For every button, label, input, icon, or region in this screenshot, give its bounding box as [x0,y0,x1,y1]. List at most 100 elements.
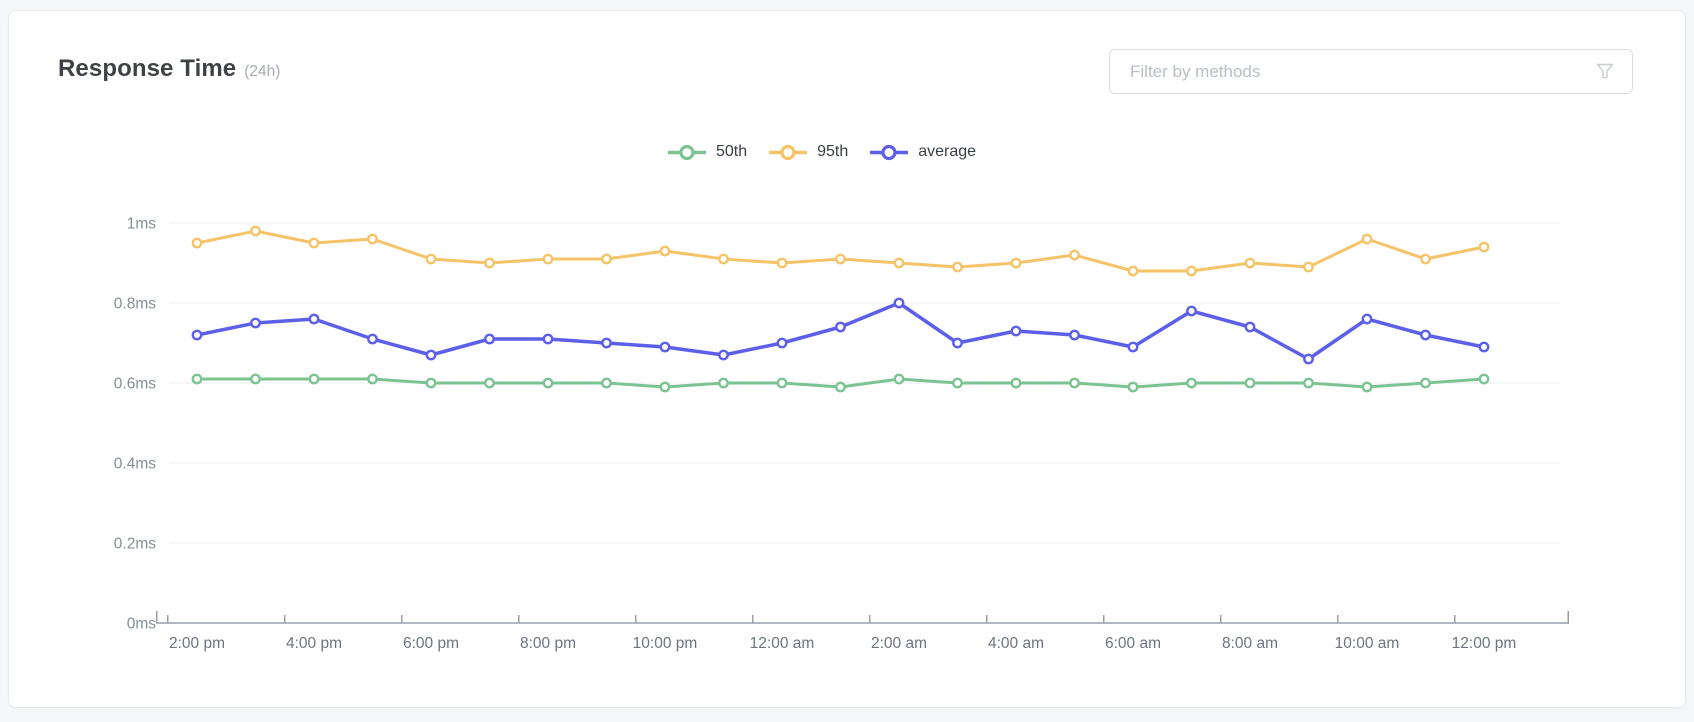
x-axis-label: 2:00 pm [169,635,225,652]
data-point-average[interactable] [485,335,493,343]
page-title: Response Time [58,55,236,83]
legend-item-average[interactable]: average [870,143,976,161]
data-point-average[interactable] [1012,327,1020,335]
data-point-average[interactable] [193,331,201,339]
data-point-95th[interactable] [602,255,610,263]
data-point-average[interactable] [427,351,435,359]
data-point-50th[interactable] [953,379,961,387]
x-axis-label: 8:00 pm [520,635,576,652]
data-point-50th[interactable] [1363,383,1371,391]
x-axis-label: 6:00 am [1105,635,1161,652]
data-point-95th[interactable] [836,255,844,263]
data-point-50th[interactable] [193,375,201,383]
data-point-50th[interactable] [310,375,318,383]
data-point-average[interactable] [1187,307,1195,315]
data-point-95th[interactable] [310,239,318,247]
filter-funnel-icon [1596,63,1632,80]
y-axis-label: 0.6ms [114,375,156,392]
card-header: Response Time (24h) [9,11,1685,121]
data-point-95th[interactable] [1363,235,1371,243]
data-point-50th[interactable] [602,379,610,387]
data-point-average[interactable] [1421,331,1429,339]
legend-item-50th[interactable]: 50th [668,143,747,161]
data-point-average[interactable] [661,343,669,351]
data-point-95th[interactable] [1304,263,1312,271]
legend-label: 50th [716,143,747,161]
data-point-average[interactable] [1246,323,1254,331]
legend-label: 95th [817,143,848,161]
data-point-average[interactable] [310,315,318,323]
data-point-50th[interactable] [1480,375,1488,383]
x-axis-label: 4:00 pm [286,635,342,652]
data-point-50th[interactable] [251,375,259,383]
data-point-50th[interactable] [1246,379,1254,387]
data-point-50th[interactable] [836,383,844,391]
data-point-50th[interactable] [895,375,903,383]
data-point-50th[interactable] [778,379,786,387]
data-point-95th[interactable] [251,227,259,235]
data-point-average[interactable] [953,339,961,347]
x-axis-label: 10:00 pm [633,635,698,652]
data-point-50th[interactable] [544,379,552,387]
data-point-50th[interactable] [661,383,669,391]
response-time-chart[interactable]: 0ms0.2ms0.4ms0.6ms0.8ms1ms2:00 pm4:00 pm… [9,161,1685,706]
data-point-95th[interactable] [895,259,903,267]
data-point-average[interactable] [251,319,259,327]
data-point-50th[interactable] [719,379,727,387]
x-axis-label: 2:00 am [871,635,927,652]
data-point-average[interactable] [1129,343,1137,351]
x-axis-label: 4:00 am [988,635,1044,652]
response-time-card: Response Time (24h) 50th 95th average 0ms 0… [8,10,1686,708]
data-point-95th[interactable] [368,235,376,243]
y-axis-label: 0ms [127,615,157,632]
data-point-average[interactable] [1480,343,1488,351]
data-point-95th[interactable] [1421,255,1429,263]
data-point-average[interactable] [836,323,844,331]
dashboard-page: Response Time (24h) 50th 95th average 0ms 0… [0,0,1694,722]
data-point-95th[interactable] [1129,267,1137,275]
chart-legend: 50th 95th average [668,143,976,161]
data-point-50th[interactable] [1012,379,1020,387]
data-point-50th[interactable] [1187,379,1195,387]
data-point-95th[interactable] [427,255,435,263]
data-point-50th[interactable] [1304,379,1312,387]
x-axis-label: 6:00 pm [403,635,459,652]
data-point-50th[interactable] [368,375,376,383]
data-point-average[interactable] [544,335,552,343]
data-point-average[interactable] [1363,315,1371,323]
data-point-average[interactable] [778,339,786,347]
filter-methods-input[interactable] [1110,50,1596,93]
data-point-average[interactable] [719,351,727,359]
x-axis-label: 12:00 pm [1452,635,1517,652]
data-point-95th[interactable] [953,263,961,271]
data-point-95th[interactable] [719,255,727,263]
data-point-average[interactable] [602,339,610,347]
data-point-50th[interactable] [1070,379,1078,387]
title-group: Response Time (24h) [58,55,280,83]
legend-label: average [918,143,976,161]
data-point-95th[interactable] [661,247,669,255]
legend-item-95th[interactable]: 95th [769,143,848,161]
data-point-95th[interactable] [1070,251,1078,259]
data-point-50th[interactable] [1421,379,1429,387]
title-period: (24h) [244,63,280,81]
y-axis-label: 0.4ms [114,455,156,472]
data-point-average[interactable] [895,299,903,307]
data-point-50th[interactable] [485,379,493,387]
data-point-95th[interactable] [485,259,493,267]
data-point-95th[interactable] [778,259,786,267]
y-axis-label: 0.8ms [114,295,156,312]
data-point-95th[interactable] [193,239,201,247]
y-axis-label: 1ms [127,215,157,232]
data-point-95th[interactable] [544,255,552,263]
data-point-50th[interactable] [1129,383,1137,391]
data-point-average[interactable] [1304,355,1312,363]
data-point-95th[interactable] [1187,267,1195,275]
data-point-50th[interactable] [427,379,435,387]
data-point-95th[interactable] [1246,259,1254,267]
data-point-average[interactable] [368,335,376,343]
data-point-95th[interactable] [1012,259,1020,267]
data-point-average[interactable] [1070,331,1078,339]
filter-methods-box [1109,49,1633,94]
data-point-95th[interactable] [1480,243,1488,251]
